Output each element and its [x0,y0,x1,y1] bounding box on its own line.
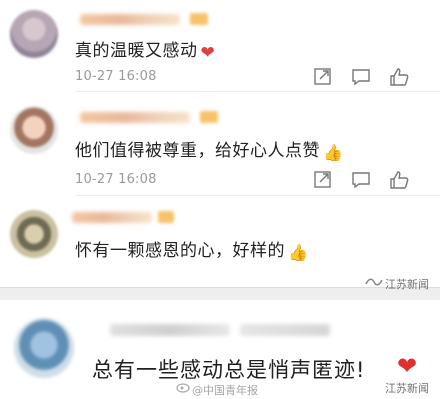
thumbs-up-icon: 👍 [288,243,309,262]
weibo-source-watermark: @中国青年报 [192,384,258,397]
avatar[interactable] [10,106,58,154]
user-badge [158,211,174,223]
avatar[interactable] [14,318,74,378]
comment-time: 10-27 16:08 [75,172,157,187]
comments-panel: 真的温暖又感动 ❤ 10-27 16:08 他们值得被尊重，给好心人点赞 👍 10-… [0,0,440,288]
comment-text: 真的温暖又感动 ❤ [75,36,215,63]
comment-item: 他们值得被尊重，给好心人点赞 👍 10-27 16:08 [0,92,440,196]
like-icon[interactable] [388,66,410,88]
avatar[interactable] [10,210,58,258]
avatar[interactable] [10,10,58,58]
comment-text-content: 怀有一颗感恩的心，好样的 [75,241,285,261]
comment-text-content: 他们值得被尊重，给好心人点赞 [75,141,320,161]
username-blurred[interactable] [80,14,180,25]
username-blurred[interactable] [110,324,230,336]
thumbs-up-icon: 👍 [323,143,344,162]
heart-icon: ❤ [397,352,418,380]
comment-time: 10-27 16:08 [75,69,157,84]
weibo-watermark-icon [176,383,190,393]
username-blurred-2 [240,324,330,336]
wave-watermark-icon [365,278,383,286]
share-icon[interactable] [312,66,334,88]
username-blurred[interactable] [80,112,190,123]
comment-text-content: 真的温暖又感动 [75,41,198,61]
featured-text: 总有一些感动总是悄声匿迹! [92,358,366,382]
comment-actions [312,169,422,193]
comment-icon[interactable] [350,66,372,88]
source-watermark-bottom: 江苏新闻 [385,382,429,395]
share-icon[interactable] [312,169,334,191]
heart-icon: ❤ [200,43,216,63]
user-badge [200,111,218,123]
comment-item: 怀有一颗感恩的心，好样的 👍 [0,196,440,286]
comment-actions [312,66,422,90]
username-blurred[interactable] [72,212,152,223]
comment-icon[interactable] [350,169,372,191]
comment-item: 真的温暖又感动 ❤ 10-27 16:08 [0,0,440,92]
comment-text: 怀有一颗感恩的心，好样的 👍 [75,236,308,262]
user-badge [190,13,208,25]
comment-text: 他们值得被尊重，给好心人点赞 👍 [75,136,343,162]
like-icon[interactable] [388,169,410,191]
source-watermark: 江苏新闻 [385,278,429,291]
